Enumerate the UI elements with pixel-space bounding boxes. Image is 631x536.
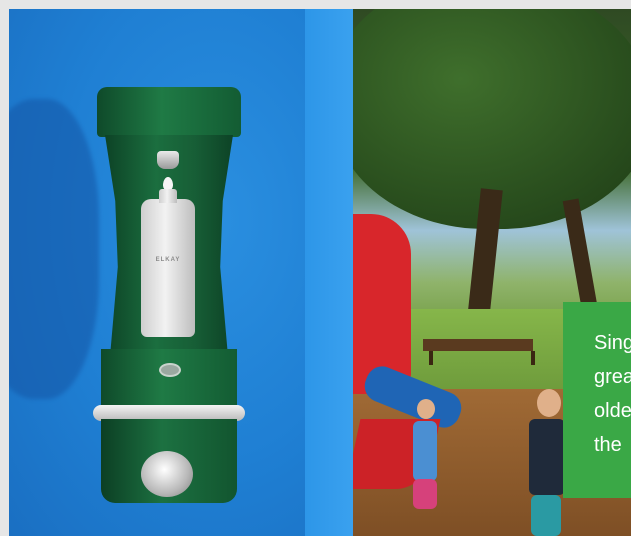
park-bench-legs [429, 351, 535, 365]
wall-shadow [9, 99, 99, 399]
child-figure-legs [413, 479, 437, 509]
filler-top-cap [97, 87, 241, 137]
bottle-filler-unit: ELKAY [93, 87, 245, 507]
wall-edge [305, 9, 353, 536]
caption-line: grea [594, 366, 631, 388]
hero-image-frame: ELKAY [9, 9, 631, 536]
caption-box: Sing grea olde the [563, 302, 631, 498]
caption-line: olde [594, 400, 631, 422]
child-head [537, 389, 561, 417]
brand-label: ELKAY [155, 257, 181, 263]
caption-line: the [594, 434, 622, 456]
bottle-icon: ELKAY [141, 189, 195, 337]
drain-icon [159, 363, 181, 377]
park-bench [423, 339, 533, 351]
caption-line: Sing [594, 332, 631, 354]
bottle-neck [159, 189, 177, 203]
sensor-button-icon [141, 451, 193, 497]
child-head [417, 399, 435, 419]
child-figure [413, 421, 437, 481]
bottle-filler-photo: ELKAY [9, 9, 353, 536]
child-figure [529, 419, 565, 495]
spout-icon [157, 151, 179, 169]
child-figure-legs [531, 495, 561, 536]
filler-base [101, 349, 237, 411]
